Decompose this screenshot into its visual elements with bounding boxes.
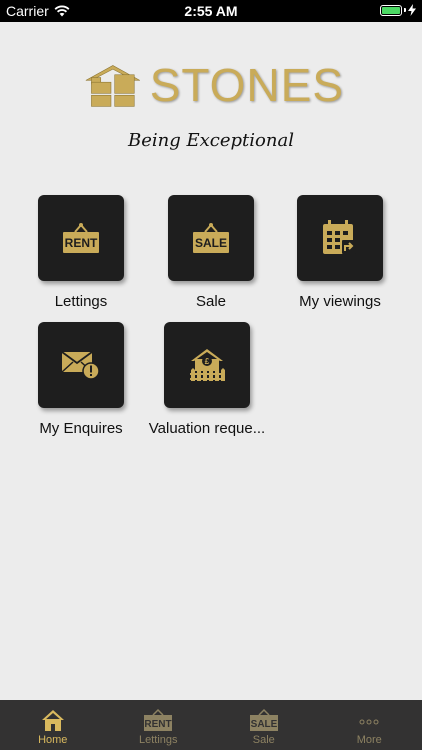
battery-icon — [380, 4, 402, 16]
brand-logo: STONES — [84, 58, 344, 112]
sale-sign-text: SALE — [195, 236, 227, 250]
tab-home[interactable]: Home — [0, 700, 106, 750]
tab-lettings[interactable]: RENT Lettings — [106, 700, 212, 750]
viewings-tile-box[interactable] — [297, 195, 383, 281]
rent-sign-text: RENT — [65, 236, 98, 250]
tab-lettings-label: Lettings — [138, 734, 178, 746]
calendar-share-icon — [323, 220, 356, 254]
home-icon — [41, 710, 64, 731]
brand-name: STONES — [149, 59, 344, 111]
sale-tile-box[interactable]: SALE — [168, 195, 254, 281]
house-logo-icon — [85, 65, 140, 107]
tab-sale-label: Sale — [252, 734, 275, 746]
charging-bolt-icon — [408, 4, 416, 16]
tile-my-viewings[interactable]: My viewings — [260, 195, 420, 310]
tab-sale[interactable]: SALE Sale — [211, 700, 317, 750]
tab-more-label: More — [356, 734, 382, 746]
rent-sign-icon: RENT — [63, 223, 99, 253]
tile-valuation-request[interactable]: £ Valuation reque... — [127, 322, 287, 437]
tab-sale-sign-text: SALE — [250, 719, 277, 730]
sale-sign-icon: SALE — [249, 708, 278, 731]
tab-more[interactable]: More — [317, 700, 422, 750]
tab-rent-sign-text: RENT — [145, 719, 172, 730]
brand-tagline: Being Exceptional — [128, 130, 294, 151]
sale-sign-icon: SALE — [193, 223, 229, 253]
tile-my-viewings-label: My viewings — [299, 293, 381, 310]
status-bar: Carrier 2:55 AM — [0, 0, 422, 22]
lettings-tile-box[interactable]: RENT — [38, 195, 124, 281]
more-dots-icon — [359, 719, 379, 725]
status-time: 2:55 AM — [184, 3, 238, 19]
battery-indicator — [380, 4, 416, 16]
tile-valuation-request-label: Valuation reque... — [148, 420, 266, 437]
tab-home-label: Home — [38, 734, 68, 746]
valuation-tile-box[interactable]: £ — [164, 322, 250, 408]
mail-alert-icon — [61, 351, 100, 380]
enquires-tile-box[interactable] — [38, 322, 124, 408]
house-valuation-icon: £ — [190, 349, 225, 381]
svg-text:£: £ — [205, 357, 210, 366]
tab-bar: Home RENT Lettings SALE Sale More — [0, 700, 422, 750]
rent-sign-icon: RENT — [144, 708, 173, 731]
